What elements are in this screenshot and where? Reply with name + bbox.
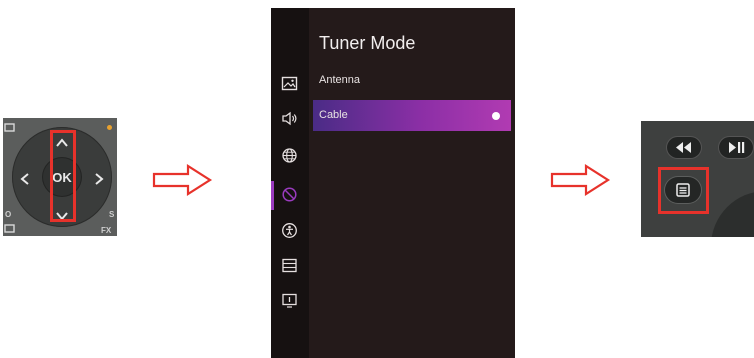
sound-icon[interactable] bbox=[281, 110, 298, 127]
accessibility-icon[interactable] bbox=[281, 222, 298, 239]
system-icon[interactable] bbox=[281, 257, 298, 274]
side-label-left: O bbox=[5, 210, 12, 219]
support-icon[interactable] bbox=[281, 292, 298, 309]
rewind-icon bbox=[676, 142, 691, 153]
side-label-right: S bbox=[109, 210, 115, 219]
option-label: Antenna bbox=[319, 74, 360, 86]
right-arrow-icon[interactable] bbox=[91, 171, 107, 187]
play-pause-button[interactable] bbox=[719, 137, 753, 158]
remote-menu-photo bbox=[641, 121, 754, 237]
active-sidebar-marker bbox=[271, 181, 274, 210]
play-pause-icon bbox=[729, 142, 745, 153]
option-antenna[interactable]: Antenna bbox=[313, 65, 511, 96]
menu-highlight-box bbox=[658, 167, 709, 214]
network-icon[interactable] bbox=[281, 147, 298, 164]
fx-button-label: FX bbox=[101, 226, 112, 235]
remote-dpad-photo: OK O S FX bbox=[3, 118, 117, 236]
remote-body-curve bbox=[711, 191, 754, 237]
flow-arrow-icon bbox=[152, 163, 213, 197]
updown-highlight-box bbox=[50, 130, 76, 222]
indicator-dot bbox=[107, 125, 112, 130]
flow-arrow-icon bbox=[550, 163, 611, 197]
rewind-button[interactable] bbox=[667, 137, 701, 158]
selected-indicator bbox=[492, 112, 500, 120]
button-edge-icon bbox=[4, 224, 15, 233]
channel-icon[interactable] bbox=[281, 186, 298, 203]
button-edge-icon bbox=[4, 123, 15, 132]
picture-icon[interactable] bbox=[281, 75, 298, 92]
option-label: Cable bbox=[319, 109, 348, 121]
page-title: Tuner Mode bbox=[319, 33, 416, 53]
tv-settings-screen: Tuner Mode Antenna Cable bbox=[271, 8, 515, 358]
left-arrow-icon[interactable] bbox=[17, 171, 33, 187]
option-cable[interactable]: Cable bbox=[313, 100, 511, 131]
